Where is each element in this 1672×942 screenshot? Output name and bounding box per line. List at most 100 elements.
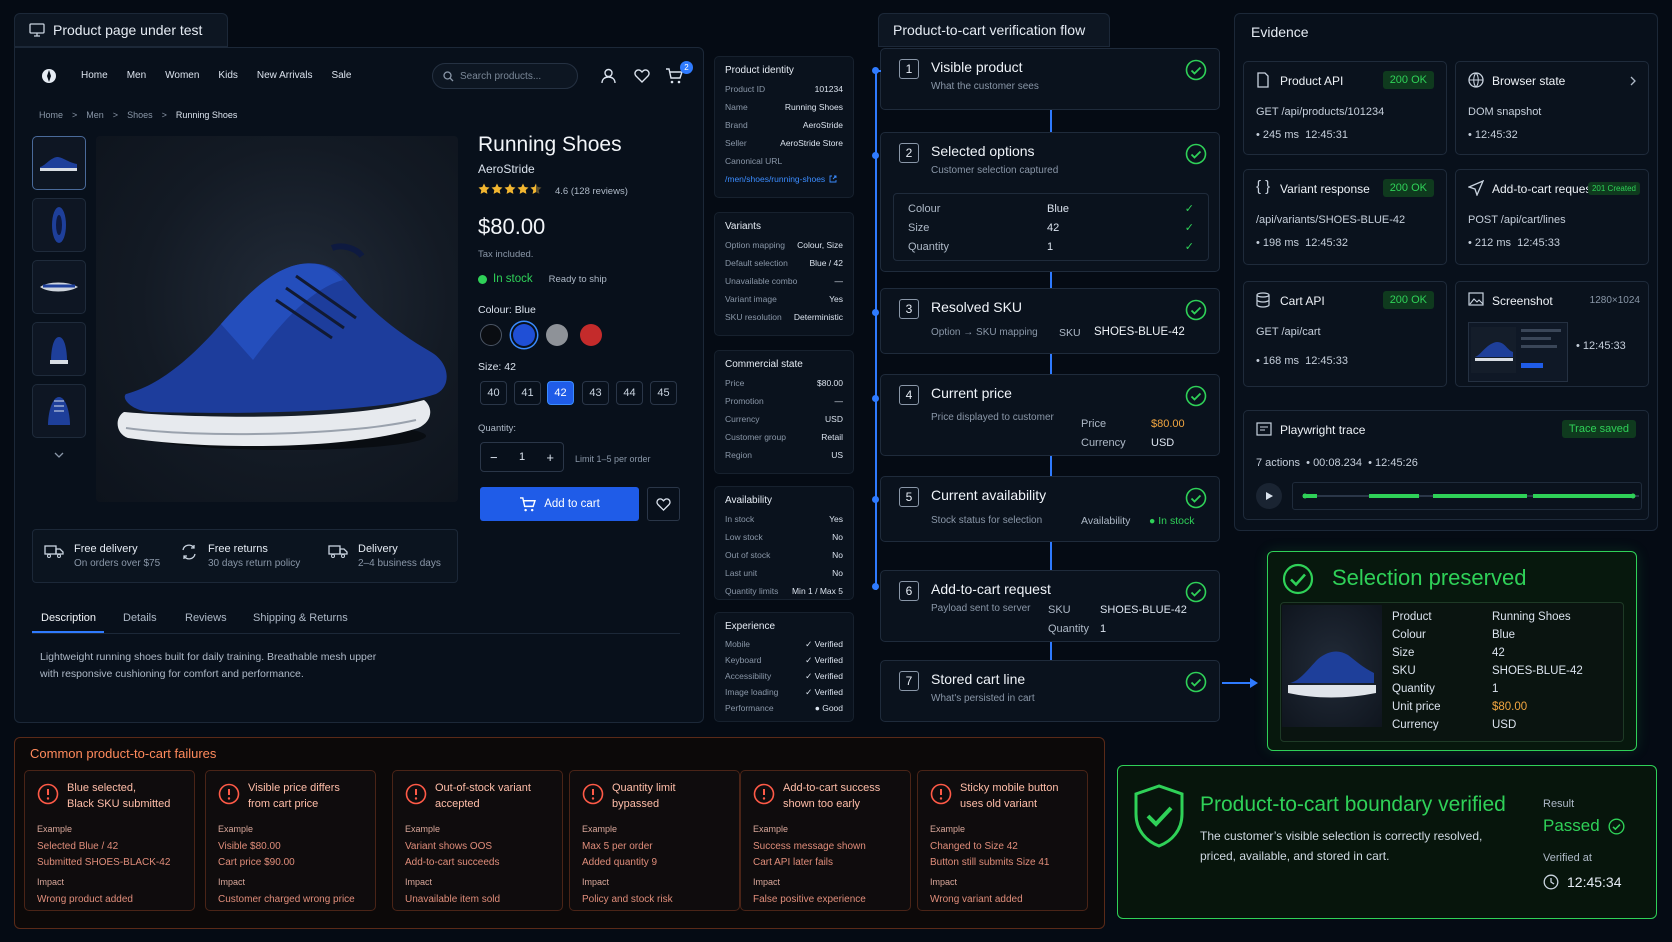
account-icon[interactable] — [601, 68, 616, 84]
selection-preserved-title: Selection preserved — [1332, 565, 1527, 590]
option-key: Colour — [908, 203, 941, 215]
monitor-icon — [29, 23, 45, 37]
failure-title: Quantity limit bypassed — [612, 780, 676, 812]
example-line: Submitted SHOES-BLACK-42 — [37, 857, 171, 868]
size-option-45[interactable]: 45 — [650, 381, 677, 405]
size-option-42[interactable]: 42 — [547, 381, 574, 405]
timestamp: 12:45:26 — [1375, 457, 1418, 469]
wishlist-button[interactable] — [647, 487, 680, 521]
thumbnail-4[interactable] — [32, 322, 86, 376]
experience-row: Image loading ✓ Verified — [715, 684, 853, 700]
row-value: No — [832, 550, 843, 560]
row-value: Retail — [821, 432, 843, 442]
nav-new-arrivals[interactable]: New Arrivals — [257, 70, 313, 81]
row-value: Yes — [829, 514, 843, 524]
request-row: Quantity 1 — [1048, 620, 1187, 639]
nav-kids[interactable]: Kids — [218, 70, 237, 81]
impact-label: Impact — [405, 877, 433, 887]
size-option-44[interactable]: 44 — [616, 381, 643, 405]
quantity-limit-note: Limit 1–5 per order — [575, 454, 651, 464]
nav-sale[interactable]: Sale — [331, 70, 351, 81]
preserved-row: Currency USD — [1392, 716, 1583, 734]
experience-row: Performance ● Good — [715, 700, 853, 716]
commercial-row: Currency USD — [715, 410, 853, 428]
product-price: $80.00 — [478, 214, 546, 239]
colour-swatch-black[interactable] — [480, 324, 502, 346]
logo-icon[interactable] — [41, 68, 57, 84]
thumbnail-2[interactable] — [32, 198, 86, 252]
tab-description[interactable]: Description — [41, 612, 96, 624]
evidence-cart-api[interactable]: Cart API 200 OK GET /api/cart • 168 ms 1… — [1243, 281, 1447, 387]
preserved-value: SHOES-BLUE-42 — [1492, 665, 1583, 677]
evidence-playwright-trace[interactable]: Playwright trace Trace saved 7 actions •… — [1243, 410, 1649, 520]
external-link-icon[interactable] — [829, 175, 837, 183]
failure-example: Variant shows OOS Add-to-cart succeeds — [405, 839, 500, 871]
tabs-divider — [32, 633, 680, 634]
tab-shipping-returns[interactable]: Shipping & Returns — [253, 612, 348, 624]
breadcrumb-shoes[interactable]: Shoes — [127, 110, 153, 120]
thumbnail-1[interactable] — [32, 136, 86, 190]
canonical-url-link[interactable]: /men/shoes/running-shoes — [725, 174, 825, 184]
evidence-product-api[interactable]: Product API 200 OK GET /api/products/101… — [1243, 61, 1447, 155]
example-label: Example — [930, 824, 966, 834]
section-title: Availability — [725, 495, 773, 506]
size-option-43[interactable]: 43 — [582, 381, 609, 405]
wishlist-icon[interactable] — [634, 69, 650, 83]
evidence-add-to-cart-request[interactable]: Add-to-cart request 201 Created POST /ap… — [1455, 169, 1649, 265]
breadcrumb-home[interactable]: Home — [39, 110, 63, 120]
evidence-browser-state[interactable]: Browser state DOM snapshot • 12:45:32 — [1455, 61, 1649, 155]
row-value: ● Good — [814, 703, 843, 713]
chevron-right-icon[interactable] — [1630, 76, 1636, 86]
add-to-cart-button[interactable]: Add to cart — [480, 487, 639, 521]
step-connector — [1050, 642, 1052, 660]
feature-sub: 2–4 business days — [358, 558, 441, 569]
thumbnail-5[interactable] — [32, 384, 86, 438]
play-button[interactable] — [1256, 483, 1282, 509]
failure-title-line: Blue selected, — [67, 782, 137, 794]
thumbnail-3[interactable] — [32, 260, 86, 314]
quantity-decrement-button[interactable]: − — [490, 450, 498, 465]
nav-men[interactable]: Men — [127, 70, 146, 81]
request-row: SKU SHOES-BLUE-42 — [1048, 601, 1187, 620]
example-line: Success message shown — [753, 841, 866, 852]
trace-timeline[interactable] — [1292, 482, 1642, 510]
step-number: 2 — [899, 143, 919, 163]
experience-row: Keyboard ✓ Verified — [715, 652, 853, 668]
main-nav: Home Men Women Kids New Arrivals Sale — [81, 70, 351, 81]
nav-home[interactable]: Home — [81, 70, 108, 81]
size-option-40[interactable]: 40 — [480, 381, 507, 405]
step-number: 3 — [899, 299, 919, 319]
timing-line: • 198 ms 12:45:32 — [1256, 237, 1348, 249]
price-value: $80.00 — [1151, 418, 1185, 430]
colour-swatch-grey[interactable] — [546, 324, 568, 346]
identity-row: Brand AeroStride — [715, 116, 853, 134]
screenshot-preview[interactable] — [1468, 322, 1568, 382]
request-key: Quantity — [1048, 623, 1089, 635]
evidence-screenshot[interactable]: Screenshot 1280×1024 • 12:45:33 — [1455, 281, 1649, 387]
tab-details[interactable]: Details — [123, 612, 157, 624]
example-line: Added quantity 9 — [582, 857, 658, 868]
description-line: The customer’s visible selection is corr… — [1200, 829, 1483, 843]
colour-swatch-blue[interactable] — [513, 324, 535, 346]
chevron-down-icon[interactable] — [54, 452, 64, 458]
step-number: 6 — [899, 581, 919, 601]
tab-reviews[interactable]: Reviews — [185, 612, 227, 624]
quantity-increment-button[interactable]: + — [546, 450, 554, 465]
quantity-value[interactable]: 1 — [519, 451, 525, 463]
example-line: Cart API later fails — [753, 857, 834, 868]
quantity-label: Quantity: — [478, 423, 517, 434]
evidence-variant-response[interactable]: { } Variant response 200 OK /api/variant… — [1243, 169, 1447, 265]
example-label: Example — [218, 824, 254, 834]
size-option-41[interactable]: 41 — [514, 381, 541, 405]
check-circle-icon — [1185, 299, 1207, 321]
search-input[interactable]: Search products... — [432, 63, 578, 89]
nav-women[interactable]: Women — [165, 70, 199, 81]
preserved-value: USD — [1492, 719, 1517, 731]
step-title: Current price — [931, 385, 1012, 401]
preserved-details: Product Running Shoes Colour Blue Size 42 S… — [1392, 608, 1583, 734]
feature-free-returns: Free returns 30 days return policy — [180, 543, 300, 569]
rating-stars — [478, 183, 542, 195]
step-subtitle: Payload sent to server — [931, 603, 1031, 614]
colour-swatch-red[interactable] — [580, 324, 602, 346]
breadcrumb-men[interactable]: Men — [86, 110, 104, 120]
